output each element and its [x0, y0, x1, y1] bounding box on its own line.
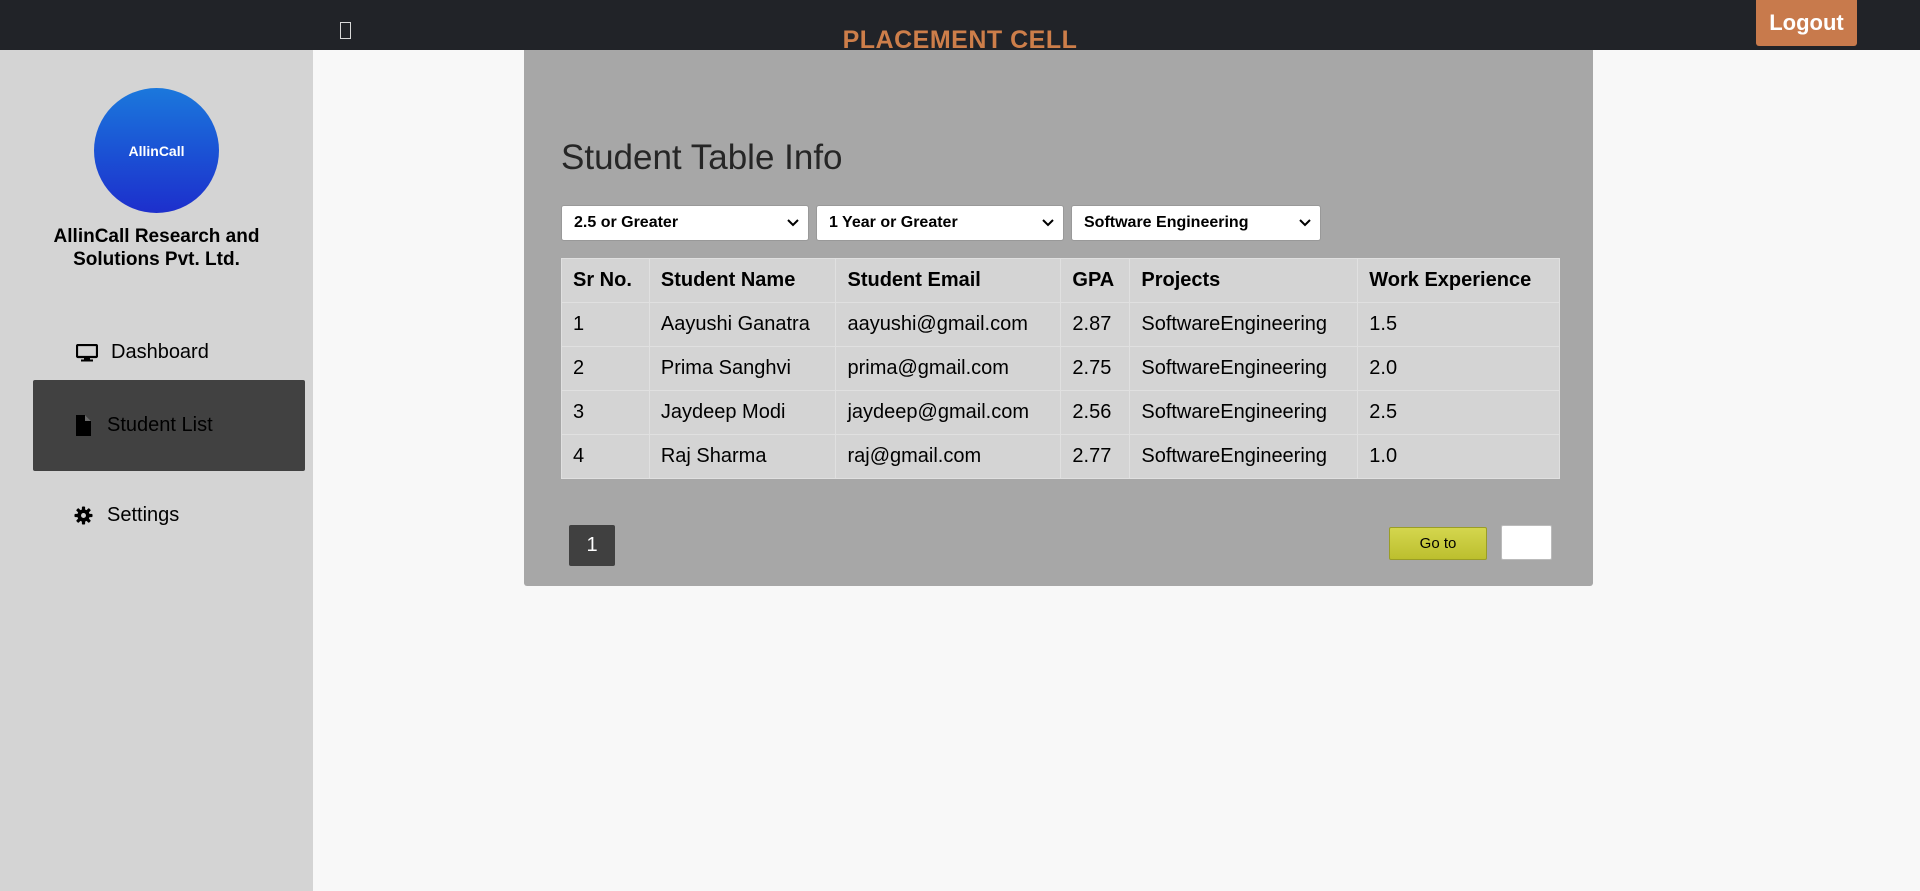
cell-gpa: 2.56 — [1060, 390, 1131, 435]
logout-button[interactable]: Logout — [1756, 0, 1857, 46]
cell-projects: SoftwareEngineering — [1129, 434, 1359, 479]
cell-sr-no: 4 — [561, 434, 650, 479]
sidebar: AllinCall AllinCall Research and Solutio… — [0, 50, 313, 891]
cell-gpa: 2.77 — [1060, 434, 1131, 479]
sidebar-item-label: Student List — [107, 414, 213, 436]
column-header-projects: Projects — [1129, 258, 1359, 303]
experience-filter-value: 1 Year or Greater — [829, 214, 958, 231]
chevron-down-icon — [787, 219, 799, 227]
goto-button[interactable]: Go to — [1389, 527, 1487, 560]
table-row: 4 Raj Sharma raj@gmail.com 2.77 Software… — [561, 434, 1560, 479]
cell-projects: SoftwareEngineering — [1129, 390, 1359, 435]
cell-student-email: jaydeep@gmail.com — [835, 390, 1062, 435]
logo-text: AllinCall — [128, 142, 185, 159]
cell-sr-no: 1 — [561, 302, 650, 347]
sidebar-item-label: Settings — [107, 504, 180, 526]
goto-page-input[interactable] — [1501, 525, 1552, 560]
company-logo: AllinCall — [94, 88, 219, 213]
monitor-icon — [73, 343, 101, 362]
gear-icon — [69, 506, 97, 525]
page-button-current[interactable]: 1 — [569, 525, 615, 566]
table-row: 2 Prima Sanghvi prima@gmail.com 2.75 Sof… — [561, 346, 1560, 391]
project-filter-value: Software Engineering — [1084, 214, 1249, 231]
cell-student-email: raj@gmail.com — [835, 434, 1062, 479]
table-row: 1 Aayushi Ganatra aayushi@gmail.com 2.87… — [561, 302, 1560, 347]
student-table: Sr No. Student Name Student Email GPA Pr… — [561, 258, 1560, 479]
page-title: Student Table Info — [561, 138, 843, 177]
column-header-sr-no: Sr No. — [561, 258, 650, 303]
cell-student-name: Jaydeep Modi — [648, 390, 837, 435]
cell-work-experience: 1.0 — [1357, 434, 1560, 479]
column-header-work-experience: Work Experience — [1357, 258, 1560, 303]
cell-student-email: aayushi@gmail.com — [835, 302, 1062, 347]
cell-sr-no: 2 — [561, 346, 650, 391]
cell-student-name: Aayushi Ganatra — [648, 302, 837, 347]
cell-gpa: 2.75 — [1060, 346, 1131, 391]
cell-work-experience: 1.5 — [1357, 302, 1560, 347]
project-filter-select[interactable]: Software Engineering — [1071, 205, 1321, 241]
cell-gpa: 2.87 — [1060, 302, 1131, 347]
table-row: 3 Jaydeep Modi jaydeep@gmail.com 2.56 So… — [561, 390, 1560, 435]
cell-work-experience: 2.5 — [1357, 390, 1560, 435]
experience-filter-select[interactable]: 1 Year or Greater — [816, 205, 1064, 241]
column-header-student-name: Student Name — [648, 258, 837, 303]
chevron-down-icon — [1299, 219, 1311, 227]
company-name: AllinCall Research and Solutions Pvt. Lt… — [53, 226, 260, 270]
column-header-student-email: Student Email — [835, 258, 1062, 303]
cell-sr-no: 3 — [561, 390, 650, 435]
gpa-filter-select[interactable]: 2.5 or Greater — [561, 205, 809, 241]
column-header-gpa: GPA — [1060, 258, 1131, 303]
cell-student-name: Prima Sanghvi — [648, 346, 837, 391]
file-icon — [69, 415, 97, 436]
top-bar: PLACEMENT CELL Logout — [0, 0, 1920, 54]
cell-projects: SoftwareEngineering — [1129, 346, 1359, 391]
sidebar-item-settings[interactable]: Settings — [33, 470, 305, 561]
cell-student-name: Raj Sharma — [648, 434, 837, 479]
sidebar-item-student-list[interactable]: Student List — [33, 380, 305, 471]
cell-work-experience: 2.0 — [1357, 346, 1560, 391]
cell-projects: SoftwareEngineering — [1129, 302, 1359, 347]
table-header-row: Sr No. Student Name Student Email GPA Pr… — [561, 258, 1560, 303]
chevron-down-icon — [1042, 219, 1054, 227]
cell-student-email: prima@gmail.com — [835, 346, 1062, 391]
gpa-filter-value: 2.5 or Greater — [574, 214, 679, 231]
sidebar-item-label: Dashboard — [111, 341, 209, 363]
student-table-panel: Student Table Info 2.5 or Greater 1 Year… — [524, 50, 1593, 586]
